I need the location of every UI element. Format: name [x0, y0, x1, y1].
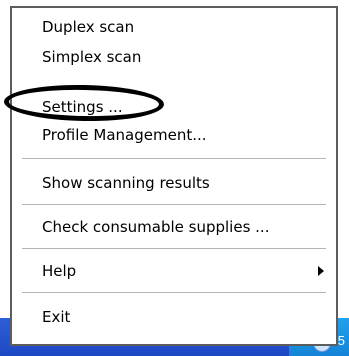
menu-separator — [22, 292, 326, 293]
menu-item-exit[interactable]: Exit — [42, 306, 70, 328]
menu-item-check-consumable-supplies[interactable]: Check consumable supplies ... — [42, 216, 269, 238]
menu-item-help[interactable]: Help — [42, 260, 76, 282]
menu-separator — [22, 248, 326, 249]
menu-item-settings[interactable]: Settings ... — [42, 96, 123, 118]
menu-item-duplex-scan[interactable]: Duplex scan — [42, 16, 134, 38]
menu-separator — [22, 204, 326, 205]
context-menu: Duplex scan Simplex scan Settings ... Pr… — [10, 6, 338, 346]
menu-item-show-scanning-results[interactable]: Show scanning results — [42, 172, 210, 194]
tray-digit: 5 — [337, 333, 345, 348]
menu-separator — [22, 158, 326, 159]
submenu-arrow-icon — [318, 266, 324, 276]
menu-item-profile-management[interactable]: Profile Management... — [42, 124, 207, 146]
menu-item-simplex-scan[interactable]: Simplex scan — [42, 46, 141, 68]
